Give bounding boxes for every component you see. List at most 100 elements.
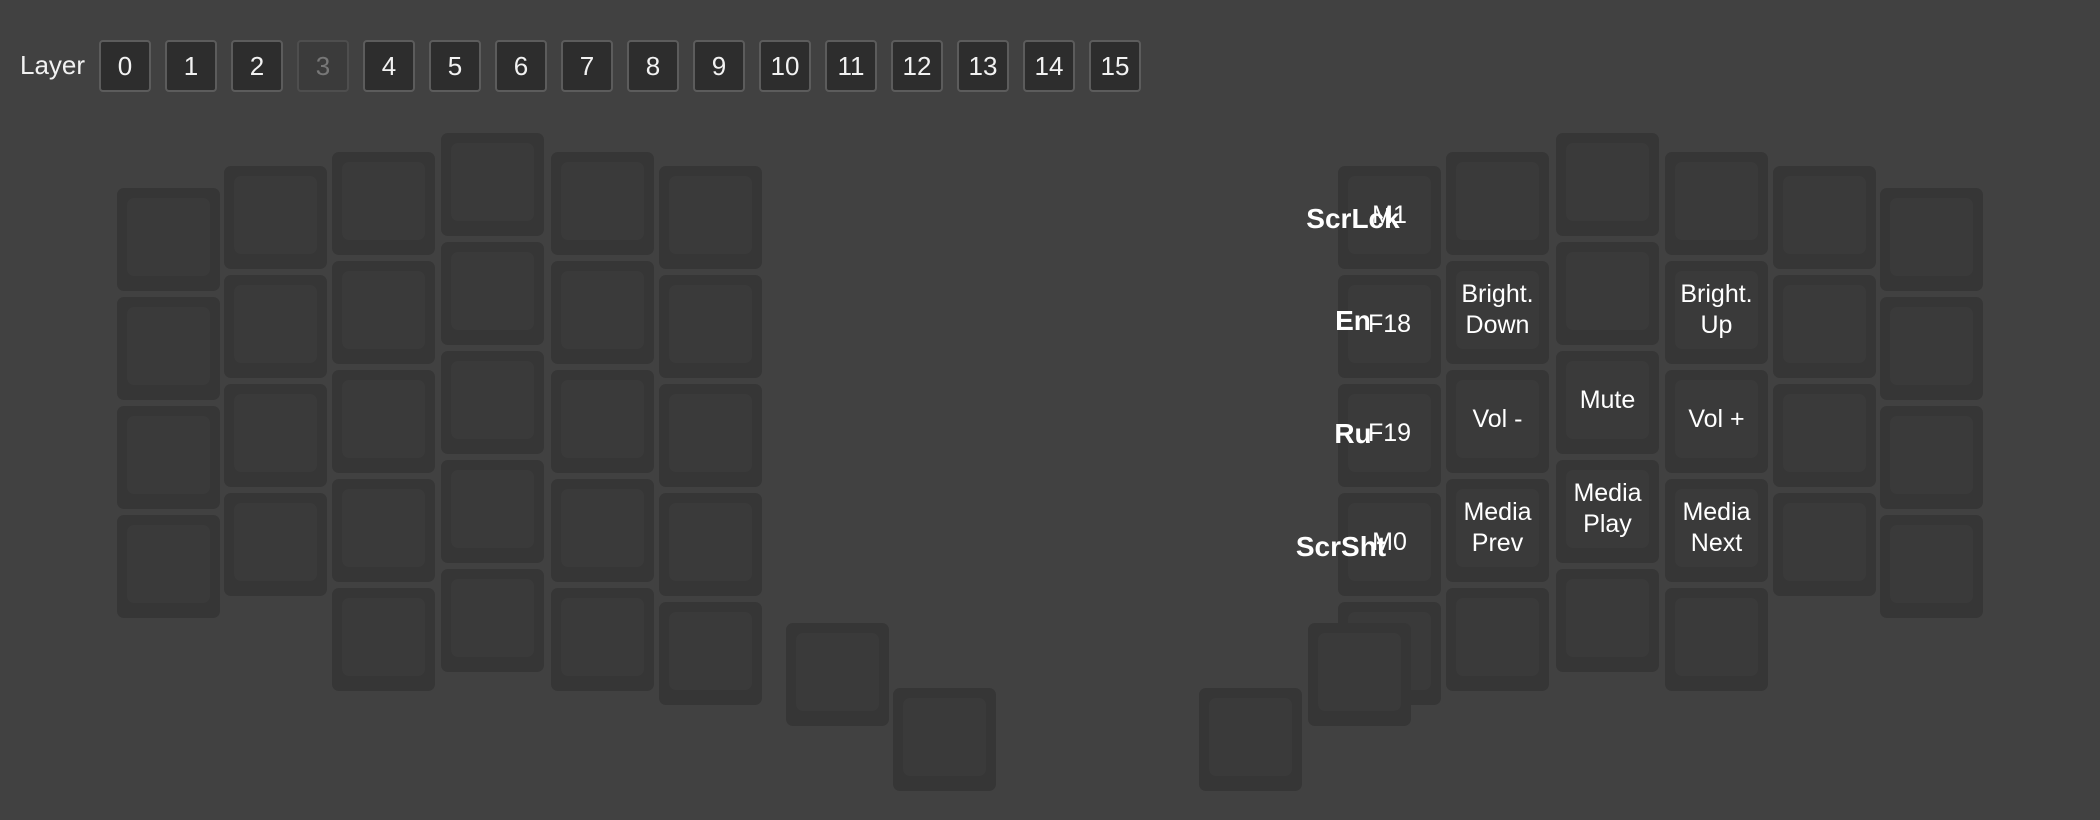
key-legend: Media Prev [1463,498,1532,557]
right-key-c3-r3[interactable]: Media Next [1665,479,1768,582]
right-key-c3-r1[interactable]: Bright. Up [1665,261,1768,364]
right-thumb-key-2[interactable] [1199,688,1302,791]
keycap [669,285,752,363]
keycap [1318,633,1401,711]
left-key-c5-r2[interactable] [659,384,762,487]
left-key-c4-r1[interactable] [551,261,654,364]
right-key-c1-r2[interactable]: Vol - [1446,370,1549,473]
keycap [1675,162,1758,240]
right-key-c1-r0[interactable] [1446,152,1549,255]
keycap [1566,143,1649,221]
left-key-c4-r3[interactable] [551,479,654,582]
right-key-c4-r3[interactable] [1773,493,1876,596]
right-key-c2-r3[interactable]: Media Play [1556,460,1659,563]
key-legend: Bright. Down [1461,280,1534,339]
row-label-scrlck: ScrLck [1306,203,1400,234]
keycap [451,579,534,657]
row-label-ru: Ru [1334,418,1372,449]
keycap [234,503,317,581]
right-key-c1-r4[interactable] [1446,588,1549,691]
right-key-c2-r4[interactable] [1556,569,1659,672]
keycap [1783,176,1866,254]
key-legend: Media Play [1573,479,1642,538]
key-legend: Vol + [1688,404,1745,433]
keycap: Media Play [1566,470,1649,548]
left-key-c0-r1[interactable] [117,297,220,400]
keycap [1890,416,1973,494]
left-key-c3-r4[interactable] [441,569,544,672]
left-key-c5-r1[interactable] [659,275,762,378]
right-key-c5-r3[interactable] [1880,515,1983,618]
right-thumb-key-1[interactable] [1308,623,1411,726]
keycap [1783,503,1866,581]
keycap: Vol - [1456,380,1539,458]
keycap [451,470,534,548]
right-key-c4-r2[interactable] [1773,384,1876,487]
keycap [127,198,210,276]
left-key-c5-r0[interactable] [659,166,762,269]
keycap [127,307,210,385]
right-key-c3-r4[interactable] [1665,588,1768,691]
left-key-c1-r3[interactable] [224,493,327,596]
left-key-c4-r2[interactable] [551,370,654,473]
keycap [451,143,534,221]
left-key-c4-r4[interactable] [551,588,654,691]
right-key-c1-r1[interactable]: Bright. Down [1446,261,1549,364]
left-key-c0-r2[interactable] [117,406,220,509]
left-key-c2-r2[interactable] [332,370,435,473]
keycap [451,361,534,439]
right-key-c2-r1[interactable] [1556,242,1659,345]
keycap [127,416,210,494]
left-key-c3-r3[interactable] [441,460,544,563]
keycap [1890,525,1973,603]
right-key-c2-r0[interactable] [1556,133,1659,236]
left-key-c1-r1[interactable] [224,275,327,378]
left-key-c5-r3[interactable] [659,493,762,596]
keycap [561,271,644,349]
right-key-c5-r1[interactable] [1880,297,1983,400]
left-key-c4-r0[interactable] [551,152,654,255]
keycap [1890,198,1973,276]
keycap: Bright. Down [1456,271,1539,349]
keycap [561,380,644,458]
left-thumb-key-1[interactable] [786,623,889,726]
left-key-c5-r4[interactable] [659,602,762,705]
left-key-c0-r0[interactable] [117,188,220,291]
right-key-c2-r2[interactable]: Mute [1556,351,1659,454]
keycap [669,612,752,690]
left-key-c3-r1[interactable] [441,242,544,345]
key-legend: Media Next [1682,498,1751,557]
keycap [903,698,986,776]
left-key-c3-r0[interactable] [441,133,544,236]
left-key-c1-r0[interactable] [224,166,327,269]
keycap [234,394,317,472]
left-key-c2-r3[interactable] [332,479,435,582]
right-key-c3-r0[interactable] [1665,152,1768,255]
left-thumb-key-2[interactable] [893,688,996,791]
right-key-c5-r2[interactable] [1880,406,1983,509]
keycap: Media Next [1675,489,1758,567]
keycap [234,285,317,363]
left-key-c2-r0[interactable] [332,152,435,255]
right-key-c4-r1[interactable] [1773,275,1876,378]
keycap [342,380,425,458]
keycap [342,489,425,567]
right-key-c3-r2[interactable]: Vol + [1665,370,1768,473]
right-key-c4-r0[interactable] [1773,166,1876,269]
key-legend: Bright. Up [1680,280,1753,339]
left-key-c0-r3[interactable] [117,515,220,618]
key-legend: Mute [1579,385,1636,414]
left-key-c3-r2[interactable] [441,351,544,454]
keycap [1675,598,1758,676]
left-key-c2-r1[interactable] [332,261,435,364]
keycap [561,489,644,567]
left-key-c1-r2[interactable] [224,384,327,487]
keycap [669,503,752,581]
keycap [127,525,210,603]
right-key-c5-r0[interactable] [1880,188,1983,291]
keycap [669,394,752,472]
keycap [1209,698,1292,776]
keycap [561,598,644,676]
left-key-c2-r4[interactable] [332,588,435,691]
right-key-c1-r3[interactable]: Media Prev [1446,479,1549,582]
